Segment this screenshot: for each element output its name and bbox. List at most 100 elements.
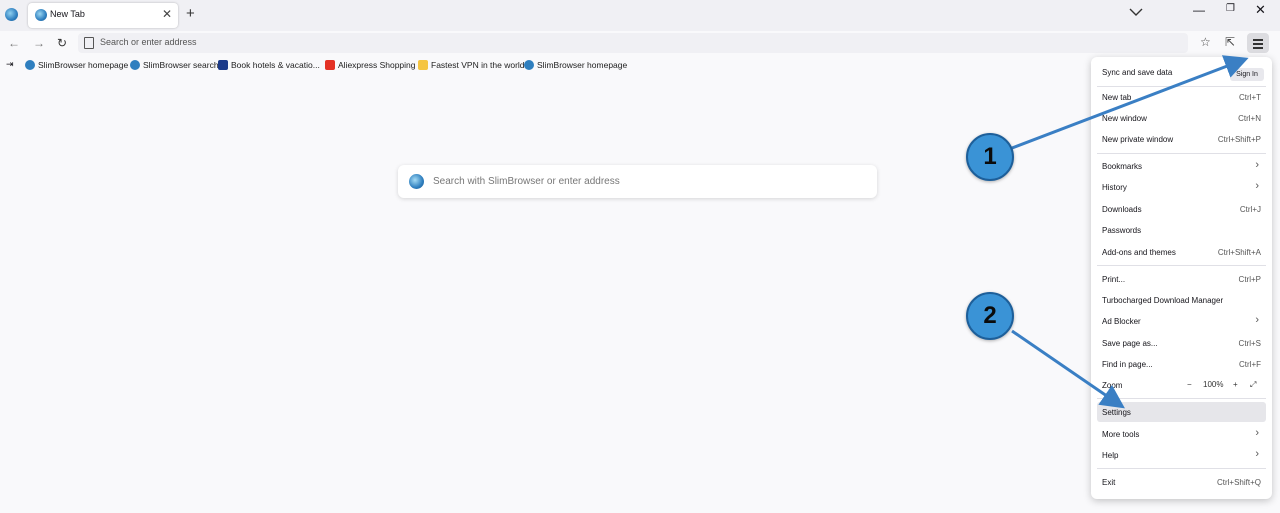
menu-item-label: New window bbox=[1102, 114, 1147, 123]
menu-item-ad-blocker[interactable]: Ad Blocker › bbox=[1091, 311, 1272, 331]
menu-item-shortcut: Ctrl+F bbox=[1239, 360, 1261, 369]
bookmark-aliexpress[interactable]: Aliexpress Shopping bbox=[325, 60, 416, 70]
menu-item-history[interactable]: History › bbox=[1091, 177, 1272, 197]
chevron-right-icon: › bbox=[1255, 159, 1259, 171]
menu-item-downloads[interactable]: Downloads Ctrl+J bbox=[1091, 199, 1272, 219]
menu-item-bookmarks[interactable]: Bookmarks › bbox=[1091, 156, 1272, 176]
magnifier-globe-icon bbox=[130, 60, 140, 70]
menu-item-new-tab[interactable]: New tab Ctrl+T bbox=[1091, 87, 1272, 107]
menu-item-find-in-page[interactable]: Find in page... Ctrl+F bbox=[1091, 354, 1272, 374]
tab-favicon-icon bbox=[35, 9, 47, 21]
chevron-right-icon: › bbox=[1255, 180, 1259, 192]
slimbrowser-app-icon[interactable] bbox=[5, 8, 18, 21]
menu-item-print[interactable]: Print... Ctrl+P bbox=[1091, 269, 1272, 289]
menu-item-shortcut: Ctrl+J bbox=[1239, 205, 1261, 214]
bookmark-book-hotels[interactable]: Book hotels & vacatio... bbox=[218, 60, 320, 70]
sync-label: Sync and save data bbox=[1102, 68, 1173, 77]
menu-item-passwords[interactable]: Passwords bbox=[1091, 220, 1272, 240]
bookmark-label: Book hotels & vacatio... bbox=[231, 60, 320, 70]
bookmark-slimbrowser-search[interactable]: SlimBrowser search bbox=[130, 60, 219, 70]
annotation-arrows bbox=[1011, 55, 1249, 409]
menu-item-shortcut: Ctrl+T bbox=[1239, 93, 1261, 102]
menu-item-label: Save page as... bbox=[1102, 339, 1158, 348]
menu-item-label: Bookmarks bbox=[1102, 162, 1143, 171]
menu-item-shortcut: Ctrl+P bbox=[1238, 275, 1261, 284]
chevron-right-icon: › bbox=[1255, 448, 1259, 460]
address-bar[interactable]: Search or enter address bbox=[78, 33, 1188, 53]
menu-item-label: Settings bbox=[1102, 408, 1131, 417]
step-2-callout: 2 bbox=[966, 292, 1014, 340]
menu-item-label: Zoom bbox=[1102, 381, 1123, 390]
tab-close-icon[interactable]: ✕ bbox=[162, 7, 172, 21]
chevron-right-icon: › bbox=[1255, 427, 1259, 439]
menu-item-label: Passwords bbox=[1102, 226, 1142, 235]
menu-item-label: New private window bbox=[1102, 135, 1174, 144]
menu-item-label: Ad Blocker bbox=[1102, 317, 1141, 326]
menu-item-label: Find in page... bbox=[1102, 360, 1153, 369]
bookmark-star-icon[interactable]: ☆ bbox=[1200, 35, 1211, 49]
menu-item-new-window[interactable]: New window Ctrl+N bbox=[1091, 108, 1272, 128]
back-arrow-icon[interactable]: ← bbox=[8, 36, 20, 50]
minimize-icon[interactable]: — bbox=[1193, 3, 1205, 17]
search-placeholder: Search with SlimBrowser or enter address bbox=[433, 176, 620, 187]
menu-item-shortcut: Ctrl+Shift+Q bbox=[1216, 478, 1261, 487]
forward-arrow-icon[interactable]: → bbox=[33, 36, 45, 50]
zoom-out-button[interactable]: − bbox=[1187, 380, 1192, 389]
app-menu-panel: Sync and save data Sign In New tab Ctrl+… bbox=[1091, 57, 1272, 499]
new-tab-button[interactable]: + bbox=[186, 5, 195, 22]
page-icon bbox=[84, 37, 94, 49]
reload-icon[interactable]: ↻ bbox=[57, 36, 67, 50]
menu-divider bbox=[1097, 468, 1266, 469]
menu-divider bbox=[1097, 153, 1266, 154]
bookmark-slimbrowser-homepage-2[interactable]: SlimBrowser homepage bbox=[524, 60, 627, 70]
fullscreen-icon[interactable]: ⤢ bbox=[1250, 380, 1256, 390]
slimbrowser-globe-icon bbox=[25, 60, 35, 70]
menu-item-shortcut: Ctrl+Shift+P bbox=[1217, 135, 1261, 144]
menu-item-addons-themes[interactable]: Add-ons and themes Ctrl+Shift+A bbox=[1091, 242, 1272, 262]
tab-new-tab[interactable]: New Tab ✕ bbox=[28, 3, 178, 28]
menu-item-settings[interactable]: Settings bbox=[1097, 402, 1266, 422]
menu-divider bbox=[1097, 265, 1266, 266]
slimbrowser-search-icon bbox=[409, 174, 424, 189]
bookmark-label: SlimBrowser homepage bbox=[537, 60, 628, 70]
address-placeholder: Search or enter address bbox=[100, 37, 197, 47]
bookmark-fastest-vpn[interactable]: Fastest VPN in the world bbox=[418, 60, 525, 70]
vpn-folder-icon bbox=[418, 60, 428, 70]
menu-item-label: Turbocharged Download Manager bbox=[1102, 296, 1224, 305]
menu-item-label: Print... bbox=[1102, 275, 1126, 284]
bookmark-label: SlimBrowser homepage bbox=[38, 60, 129, 70]
menu-item-label: Add-ons and themes bbox=[1102, 248, 1176, 257]
bookmark-label: SlimBrowser search bbox=[143, 60, 219, 70]
chevron-right-icon: › bbox=[1255, 314, 1259, 326]
menu-item-label: Exit bbox=[1102, 478, 1116, 487]
import-bookmarks-icon[interactable]: ⇥ bbox=[6, 59, 14, 70]
menu-item-shortcut: Ctrl+S bbox=[1238, 339, 1261, 348]
menu-item-exit[interactable]: Exit Ctrl+Shift+Q bbox=[1091, 472, 1272, 492]
menu-item-download-manager[interactable]: Turbocharged Download Manager bbox=[1091, 290, 1272, 310]
extensions-icon[interactable]: ⇱ bbox=[1225, 35, 1235, 49]
zoom-value[interactable]: 100% bbox=[1203, 380, 1223, 389]
restore-icon[interactable]: ❐ bbox=[1226, 3, 1235, 14]
bookmark-slimbrowser-homepage[interactable]: SlimBrowser homepage bbox=[25, 60, 128, 70]
menu-item-label: Downloads bbox=[1102, 205, 1142, 214]
menu-item-help[interactable]: Help › bbox=[1091, 445, 1272, 465]
menu-item-save-page[interactable]: Save page as... Ctrl+S bbox=[1091, 333, 1272, 353]
list-all-tabs-icon[interactable] bbox=[1128, 6, 1144, 18]
aliexpress-icon bbox=[325, 60, 335, 70]
window-close-icon[interactable]: ✕ bbox=[1255, 2, 1266, 18]
menu-item-label: History bbox=[1102, 183, 1127, 192]
bookmark-label: Fastest VPN in the world bbox=[431, 60, 525, 70]
menu-item-label: More tools bbox=[1102, 430, 1140, 439]
menu-item-zoom: Zoom − 100% + ⤢ bbox=[1091, 375, 1272, 395]
app-menu-button[interactable] bbox=[1247, 33, 1269, 53]
menu-sync[interactable]: Sync and save data Sign In bbox=[1091, 61, 1272, 83]
booking-icon bbox=[218, 60, 228, 70]
page-search-input[interactable]: Search with SlimBrowser or enter address bbox=[398, 165, 877, 198]
navigation-bar: ← → ↻ Search or enter address bbox=[0, 31, 1280, 55]
zoom-in-button[interactable]: + bbox=[1233, 380, 1238, 389]
menu-item-more-tools[interactable]: More tools › bbox=[1091, 424, 1272, 444]
sign-in-button[interactable]: Sign In bbox=[1230, 68, 1264, 81]
menu-divider bbox=[1097, 398, 1266, 399]
slimbrowser-globe-icon bbox=[524, 60, 534, 70]
menu-item-new-private-window[interactable]: New private window Ctrl+Shift+P bbox=[1091, 129, 1272, 149]
